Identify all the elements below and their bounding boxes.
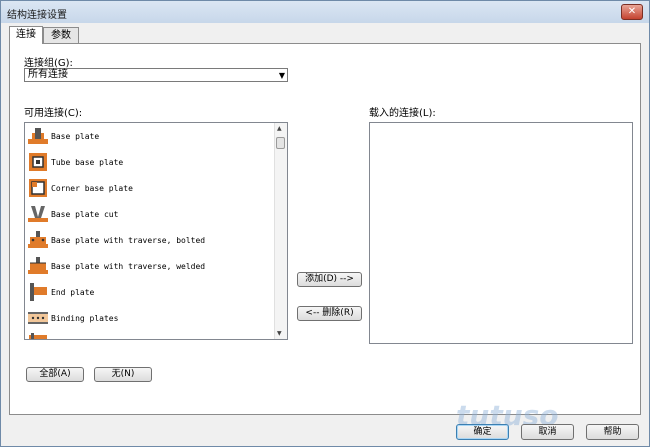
list-item[interactable]: Base plate (27, 125, 273, 149)
select-none-button[interactable]: 无(N) (94, 367, 152, 382)
remove-button[interactable]: <-- 删除(R) (297, 306, 362, 321)
list-item[interactable]: Base plate with traverse, bolted (27, 229, 273, 253)
loaded-connections-list[interactable] (369, 122, 633, 344)
select-all-button[interactable]: 全部(A) (26, 367, 84, 382)
dropdown-arrow-icon[interactable]: ▼ (279, 70, 285, 82)
close-button[interactable]: ✕ (621, 4, 643, 20)
help-button[interactable]: 帮助 (586, 424, 639, 440)
list-item[interactable]: Base plate cut (27, 203, 273, 227)
partial-connection-icon (29, 333, 47, 339)
list-item-label: Tube base plate (51, 158, 124, 167)
connection-group-select[interactable]: 所有连接 ▼ (24, 68, 288, 82)
list-item-label: Base plate cut (51, 210, 119, 219)
base-plate-cut-icon (28, 206, 48, 222)
traverse-welded-icon (28, 257, 48, 274)
traverse-bolted-icon (28, 231, 48, 248)
dialog-window: 结构连接设置 ✕ 连接 参数 连接组(G): 所有连接 ▼ 可用连接(C): B… (0, 0, 650, 447)
list-item-label: Base plate (51, 132, 100, 141)
tab-connections[interactable]: 连接 (9, 26, 43, 44)
list-item-label: Corner base plate (51, 184, 133, 193)
list-scrollbar[interactable]: ▲ ▼ (274, 123, 287, 339)
list-item[interactable]: Corner base plate (27, 177, 273, 201)
end-plate-icon (30, 283, 47, 301)
tube-base-plate-icon (29, 153, 47, 171)
available-connections-list[interactable]: Base plate Tube base plate Corner base p (24, 122, 288, 340)
add-button[interactable]: 添加(D) --> (297, 272, 362, 287)
loaded-connections-label: 载入的连接(L): (369, 108, 436, 119)
corner-base-plate-icon (29, 179, 47, 197)
list-item-label: Base plate with traverse, welded (51, 262, 206, 271)
list-item[interactable]: Base plate with traverse, welded (27, 255, 273, 279)
cancel-button[interactable]: 取消 (521, 424, 574, 440)
list-item-label: Base plate with traverse, bolted (51, 236, 206, 245)
list-item[interactable]: Binding plates (27, 307, 273, 331)
list-item[interactable]: Tube base plate (27, 151, 273, 175)
base-plate-icon (28, 128, 48, 144)
connection-group-value: 所有连接 (28, 69, 68, 80)
title-bar[interactable]: 结构连接设置 ✕ (1, 1, 649, 23)
list-item[interactable] (27, 333, 273, 339)
scroll-thumb[interactable] (276, 137, 285, 149)
connection-group-label: 连接组(G): (24, 58, 73, 69)
scroll-up-icon[interactable]: ▲ (277, 125, 282, 132)
connections-panel: 连接组(G): 所有连接 ▼ 可用连接(C): Base plate Tube … (9, 43, 641, 415)
list-item-label: Binding plates (51, 314, 119, 323)
available-connections-label: 可用连接(C): (24, 108, 83, 119)
window-title: 结构连接设置 (7, 10, 67, 21)
ok-button[interactable]: 确定 (456, 424, 509, 440)
list-item-label: End plate (51, 288, 95, 297)
tab-parameters[interactable]: 参数 (43, 27, 79, 44)
scroll-down-icon[interactable]: ▼ (277, 330, 282, 337)
list-item[interactable]: End plate (27, 281, 273, 305)
binding-plates-icon (28, 312, 48, 324)
